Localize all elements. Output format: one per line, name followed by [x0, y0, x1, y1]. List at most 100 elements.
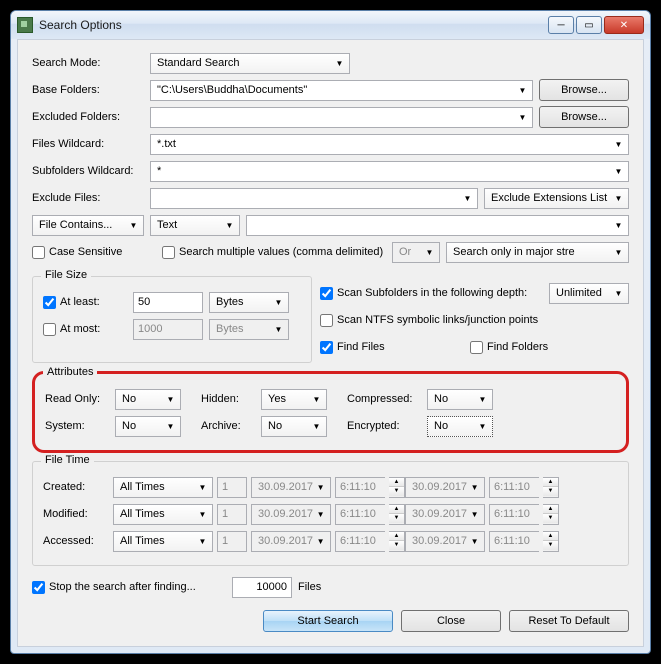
at-least-check[interactable]: At least:	[43, 296, 133, 309]
accessed-n[interactable]	[217, 531, 247, 552]
close-button[interactable]: ✕	[604, 16, 644, 34]
files-wildcard-label: Files Wildcard:	[32, 138, 150, 150]
browse-base-button[interactable]: Browse...	[539, 79, 629, 101]
spinner[interactable]: ▲▼	[543, 504, 559, 525]
files-wildcard-combo[interactable]: *.txt ▼	[150, 134, 629, 155]
created-n[interactable]	[217, 477, 247, 498]
created-time2[interactable]	[489, 477, 539, 498]
maximize-button[interactable]: ▭	[576, 16, 602, 34]
chevron-down-icon: ▼	[467, 533, 482, 550]
at-least-input[interactable]	[133, 292, 203, 313]
stop-after-check[interactable]: Stop the search after finding...	[32, 581, 232, 594]
spinner[interactable]: ▲▼	[389, 477, 405, 498]
chevron-down-icon: ▼	[611, 217, 626, 234]
accessed-date1[interactable]: 30.09.2017▼	[251, 531, 331, 552]
chevron-down-icon: ▼	[515, 109, 530, 126]
accessed-time2[interactable]	[489, 531, 539, 552]
created-label: Created:	[43, 481, 113, 493]
modified-n[interactable]	[217, 504, 247, 525]
read-only-label: Read Only:	[45, 393, 115, 405]
spinner[interactable]: ▲▼	[389, 531, 405, 552]
chevron-down-icon: ▼	[126, 217, 141, 234]
chevron-down-icon: ▼	[475, 418, 490, 435]
find-files-check[interactable]: Find Files	[320, 341, 470, 354]
group-title: Attributes	[43, 366, 97, 378]
at-most-unit-combo[interactable]: Bytes ▼	[209, 319, 289, 340]
chevron-down-icon: ▼	[313, 479, 328, 496]
depth-combo[interactable]: Unlimited ▼	[549, 283, 629, 304]
modified-time2[interactable]	[489, 504, 539, 525]
base-folders-combo[interactable]: "C:\Users\Buddha\Documents" ▼	[150, 80, 533, 101]
compressed-combo[interactable]: No ▼	[427, 389, 493, 410]
browse-excluded-button[interactable]: Browse...	[539, 106, 629, 128]
modified-time1[interactable]	[335, 504, 385, 525]
read-only-combo[interactable]: No ▼	[115, 389, 181, 410]
stop-after-input[interactable]	[232, 577, 292, 598]
file-contains-combo[interactable]: File Contains... ▼	[32, 215, 144, 236]
encrypted-combo[interactable]: No ▼	[427, 416, 493, 437]
chevron-down-icon: ▼	[313, 506, 328, 523]
archive-combo[interactable]: No ▼	[261, 416, 327, 437]
file-size-group: File Size At least: Bytes ▼ At mo	[32, 276, 312, 363]
chevron-down-icon: ▼	[475, 391, 490, 408]
window-title: Search Options	[39, 18, 122, 32]
titlebar: Search Options ─ ▭ ✕	[11, 11, 650, 39]
chevron-down-icon: ▼	[332, 55, 347, 72]
chevron-down-icon: ▼	[611, 190, 626, 207]
scan-ntfs-check[interactable]: Scan NTFS symbolic links/junction points	[320, 314, 538, 327]
search-mode-combo[interactable]: Standard Search ▼	[150, 53, 350, 74]
modified-date2[interactable]: 30.09.2017▼	[405, 504, 485, 525]
accessed-times-combo[interactable]: All Times ▼	[113, 531, 213, 552]
chevron-down-icon: ▼	[422, 244, 437, 261]
chevron-down-icon: ▼	[195, 506, 210, 523]
minimize-button[interactable]: ─	[548, 16, 574, 34]
at-most-input[interactable]	[133, 319, 203, 340]
spinner[interactable]: ▲▼	[389, 504, 405, 525]
exclude-files-combo[interactable]: ▼	[150, 188, 478, 209]
created-time1[interactable]	[335, 477, 385, 498]
modified-date1[interactable]: 30.09.2017▼	[251, 504, 331, 525]
spinner[interactable]: ▲▼	[543, 477, 559, 498]
scan-panel: Scan Subfolders in the following depth: …	[320, 268, 629, 363]
at-most-check[interactable]: At most:	[43, 323, 133, 336]
window: Search Options ─ ▭ ✕ Search Mode: Standa…	[10, 10, 651, 654]
created-date1[interactable]: 30.09.2017▼	[251, 477, 331, 498]
attributes-group: Attributes Read Only: No ▼ Hidden: Yes ▼…	[32, 371, 629, 453]
case-sensitive-check[interactable]: Case Sensitive	[32, 246, 162, 259]
modified-times-combo[interactable]: All Times ▼	[113, 504, 213, 525]
created-times-combo[interactable]: All Times ▼	[113, 477, 213, 498]
chevron-down-icon: ▼	[309, 418, 324, 435]
files-label: Files	[298, 581, 321, 593]
chevron-down-icon: ▼	[222, 217, 237, 234]
content-pane: Search Mode: Standard Search ▼ Base Fold…	[17, 39, 644, 647]
exclude-ext-combo[interactable]: Exclude Extensions List ▼	[484, 188, 629, 209]
encrypted-label: Encrypted:	[347, 420, 427, 432]
search-text-combo[interactable]: ▼	[246, 215, 629, 236]
chevron-down-icon: ▼	[163, 391, 178, 408]
major-streams-combo[interactable]: Search only in major stre ▼	[446, 242, 629, 263]
close-dialog-button[interactable]: Close	[401, 610, 501, 632]
chevron-down-icon: ▼	[611, 136, 626, 153]
modified-label: Modified:	[43, 508, 113, 520]
hidden-combo[interactable]: Yes ▼	[261, 389, 327, 410]
app-icon	[17, 17, 33, 33]
excluded-folders-label: Excluded Folders:	[32, 111, 150, 123]
or-combo[interactable]: Or ▼	[392, 242, 440, 263]
at-least-unit-combo[interactable]: Bytes ▼	[209, 292, 289, 313]
accessed-time1[interactable]	[335, 531, 385, 552]
created-date2[interactable]: 30.09.2017▼	[405, 477, 485, 498]
chevron-down-icon: ▼	[195, 479, 210, 496]
subfolders-wildcard-combo[interactable]: * ▼	[150, 161, 629, 182]
system-combo[interactable]: No ▼	[115, 416, 181, 437]
accessed-date2[interactable]: 30.09.2017▼	[405, 531, 485, 552]
text-combo[interactable]: Text ▼	[150, 215, 240, 236]
system-label: System:	[45, 420, 115, 432]
chevron-down-icon: ▼	[271, 294, 286, 311]
start-search-button[interactable]: Start Search	[263, 610, 393, 632]
reset-button[interactable]: Reset To Default	[509, 610, 629, 632]
find-folders-check[interactable]: Find Folders	[470, 341, 548, 354]
excluded-folders-combo[interactable]: ▼	[150, 107, 533, 128]
search-multiple-check[interactable]: Search multiple values (comma delimited)	[162, 246, 392, 259]
spinner[interactable]: ▲▼	[543, 531, 559, 552]
scan-subfolders-check[interactable]: Scan Subfolders in the following depth:	[320, 287, 549, 300]
